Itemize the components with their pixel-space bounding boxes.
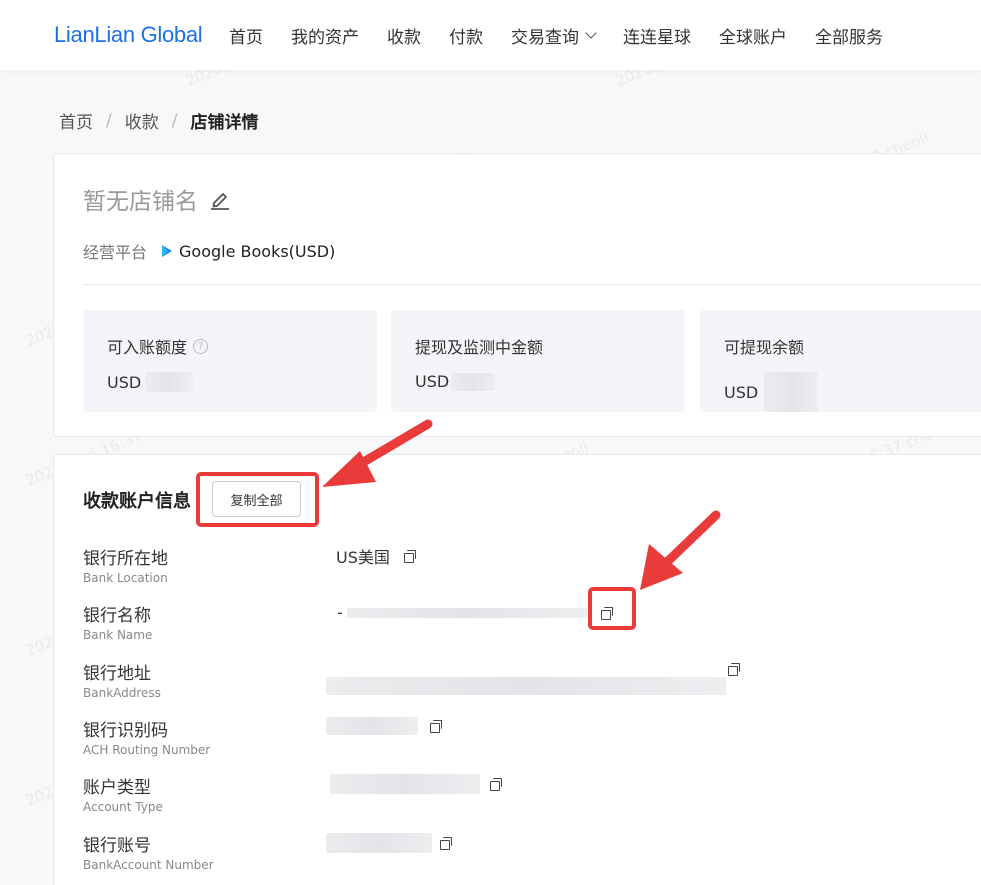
- row-bank-location: 银行所在地 Bank Location: [83, 544, 168, 585]
- platform-row: 经营平台 Google Books(USD): [83, 239, 335, 263]
- copy-icon[interactable]: [490, 778, 502, 791]
- row-label: 账户类型: [83, 778, 151, 798]
- masked-value: [330, 774, 480, 794]
- row-label-en: Bank Location: [83, 571, 168, 585]
- breadcrumb-home[interactable]: 首页: [59, 108, 93, 133]
- copy-icon[interactable]: [430, 720, 442, 733]
- chevron-down-icon: [585, 26, 597, 39]
- copy-all-button[interactable]: 复制全部: [212, 481, 301, 517]
- nav-lianlian-planet[interactable]: 连连星球: [623, 23, 691, 48]
- row-label: 银行账号: [83, 836, 151, 856]
- stat-currency: USD: [415, 372, 450, 391]
- nav-lianlian-planet-label: 连连星球: [623, 27, 691, 48]
- brand-logo[interactable]: LianLian Global: [54, 22, 203, 48]
- stat-title: 提现及监测中金额: [415, 338, 544, 357]
- row-label: 银行名称: [83, 606, 151, 626]
- masked-amount: [764, 372, 819, 412]
- row-bank-address: 银行地址 BankAddress: [83, 659, 161, 700]
- row-bank-name: 银行名称 Bank Name: [83, 601, 152, 642]
- copy-icon[interactable]: [600, 606, 613, 620]
- bank-location-value: US美国: [336, 544, 416, 568]
- breadcrumb-separator: /: [171, 110, 178, 131]
- store-name: 暂无店铺名: [83, 182, 230, 216]
- main-nav: 首页 我的资产 收款 付款 交易查询 连连星球 全球账户 全部服务: [229, 0, 911, 70]
- breadcrumb-separator: /: [106, 110, 112, 131]
- masked-amount: [451, 372, 496, 391]
- row-bank-account-number: 银行账号 BankAccount Number: [83, 831, 214, 872]
- copy-icon[interactable]: [403, 550, 416, 563]
- value-text: US美国: [336, 548, 390, 567]
- platform-label: 经营平台: [83, 243, 148, 262]
- nav-transactions-label: 交易查询: [511, 27, 579, 48]
- breadcrumb-receive[interactable]: 收款: [125, 108, 159, 133]
- stat-currency: USD: [724, 382, 759, 402]
- copy-icon[interactable]: [440, 837, 452, 850]
- bank-name-value: -: [337, 603, 613, 622]
- stat-withdrawable-balance: 可提现余额 USD: [700, 310, 981, 412]
- google-play-icon: [162, 245, 173, 257]
- receiving-account-card: 收款账户信息 复制全部 银行所在地 Bank Location US美国 银行名…: [53, 454, 981, 885]
- nav-all-services[interactable]: 全部服务: [815, 23, 883, 48]
- row-label: 银行地址: [83, 664, 151, 684]
- nav-global-account[interactable]: 全球账户: [719, 23, 787, 48]
- bank-account-number-value: [326, 833, 452, 853]
- breadcrumb: 首页 / 收款 / 店铺详情: [59, 108, 259, 134]
- stat-title: 可入账额度: [107, 338, 188, 357]
- stat-title: 可提现余额: [724, 338, 805, 357]
- row-label: 银行识别码: [83, 721, 168, 741]
- account-type-value: [330, 774, 502, 794]
- row-label: 银行所在地: [83, 549, 168, 569]
- help-icon[interactable]: ?: [193, 338, 209, 354]
- row-label-en: BankAccount Number: [83, 858, 214, 872]
- edit-icon[interactable]: [210, 188, 230, 210]
- nav-transactions[interactable]: 交易查询: [511, 23, 597, 48]
- row-label-en: ACH Routing Number: [83, 743, 211, 757]
- row-label-en: BankAddress: [83, 686, 161, 700]
- stat-creditable-limit: 可入账额度? USD: [83, 310, 377, 412]
- masked-value: [326, 717, 418, 735]
- breadcrumb-current: 店铺详情: [190, 113, 259, 133]
- row-label-en: Account Type: [83, 800, 163, 814]
- stat-withdrawing-amount: 提现及监测中金额 USD: [391, 310, 685, 412]
- store-info-card: 暂无店铺名 经营平台 Google Books(USD) 可入账额度? USD …: [53, 153, 981, 437]
- masked-value: [326, 833, 432, 853]
- row-ach-routing: 银行识别码 ACH Routing Number: [83, 716, 210, 757]
- nav-pay-label: 付款: [449, 27, 483, 48]
- copy-icon[interactable]: [728, 663, 740, 676]
- top-navbar: LianLian Global 首页 我的资产 收款 付款 交易查询 连连星球 …: [0, 0, 981, 70]
- masked-value: [326, 677, 726, 695]
- row-label-en: Bank Name: [83, 628, 153, 642]
- masked-value: [346, 607, 587, 618]
- store-name-text: 暂无店铺名: [83, 189, 198, 215]
- nav-all-services-label: 全部服务: [815, 27, 883, 48]
- bank-address-value: [326, 659, 746, 699]
- nav-my-assets-label: 我的资产: [291, 27, 359, 48]
- nav-home-label: 首页: [229, 27, 263, 48]
- nav-home[interactable]: 首页: [229, 23, 263, 48]
- section-title: 收款账户信息: [83, 491, 191, 512]
- nav-receive[interactable]: 收款: [387, 23, 421, 48]
- masked-amount: [145, 372, 194, 392]
- value-text: -: [337, 603, 343, 622]
- nav-global-account-label: 全球账户: [719, 27, 787, 48]
- platform-value: Google Books(USD): [179, 241, 336, 261]
- nav-pay[interactable]: 付款: [449, 23, 483, 48]
- ach-routing-value: [326, 717, 442, 735]
- stat-currency: USD: [107, 372, 142, 392]
- row-account-type: 账户类型 Account Type: [83, 773, 163, 814]
- divider: [83, 284, 981, 285]
- nav-receive-label: 收款: [387, 27, 421, 48]
- nav-my-assets[interactable]: 我的资产: [291, 23, 359, 48]
